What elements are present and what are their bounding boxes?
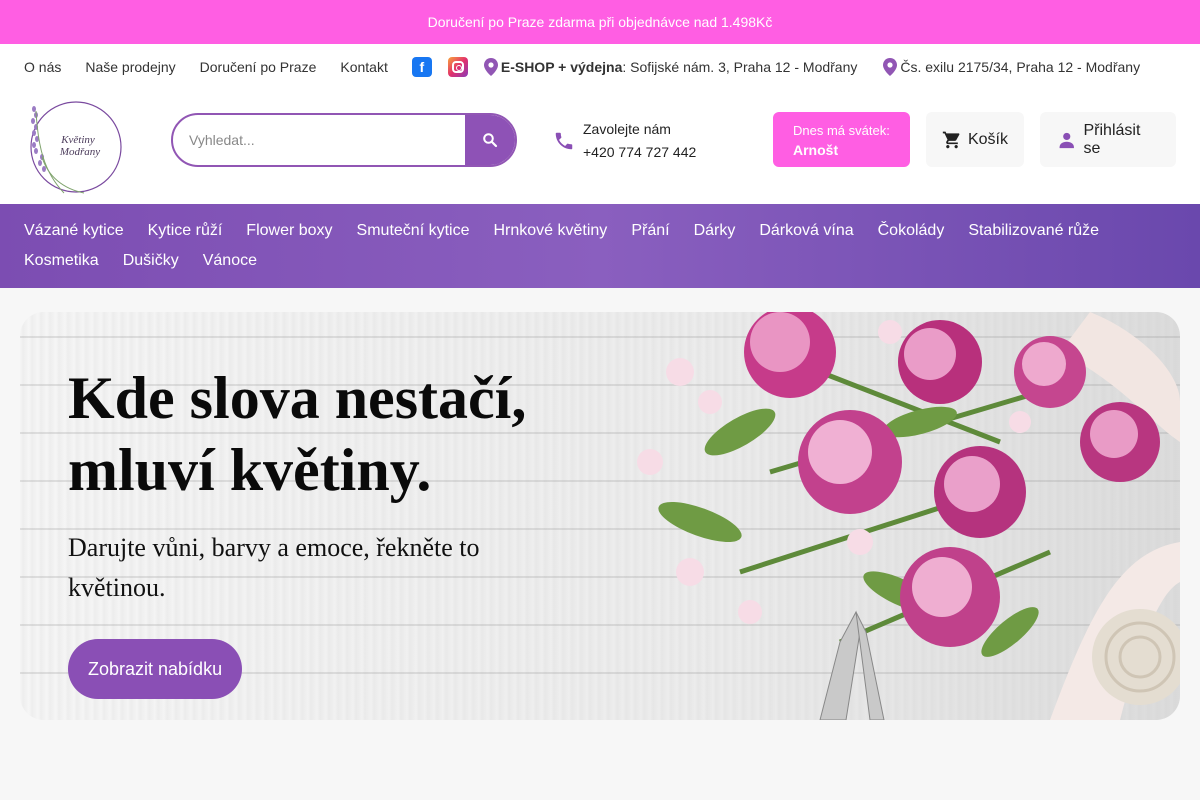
nav-item-dusicky[interactable]: Dušičky <box>123 246 179 276</box>
location-pin-icon <box>483 58 498 76</box>
address-eshop: E-SHOP + výdejna: Sofijské nám. 3, Praha… <box>483 58 858 76</box>
nav-item-darkova-vina[interactable]: Dárková vína <box>759 216 853 246</box>
name-day-name: Arnošt <box>793 142 839 158</box>
nav-item-vazane-kytice[interactable]: Vázané kytice <box>24 216 124 246</box>
hero-banner: Kde slova nestačí, mluví květiny. Darujt… <box>20 312 1180 720</box>
user-icon <box>1059 132 1074 148</box>
logo-line1: Květiny <box>60 134 95 146</box>
nav-item-smutecni-kytice[interactable]: Smuteční kytice <box>357 216 470 246</box>
main-nav: Vázané kytice Kytice růží Flower boxy Sm… <box>0 204 1200 288</box>
phone-icon <box>555 132 573 150</box>
nav-item-hrnkove-kvetiny[interactable]: Hrnkové květiny <box>493 216 607 246</box>
name-day-badge: Dnes má svátek: Arnošt <box>773 112 910 167</box>
nav-item-vanoce[interactable]: Vánoce <box>203 246 257 276</box>
address-eshop-text: : Sofijské nám. 3, Praha 12 - Modřany <box>622 59 858 75</box>
nav-item-prani[interactable]: Přání <box>631 216 669 246</box>
top-bar: O nás Naše prodejny Doručení po Praze Ko… <box>0 44 1200 90</box>
search-icon <box>483 133 498 148</box>
logo[interactable]: Květiny Modřany <box>24 97 122 197</box>
promo-text: Doručení po Praze zdarma při objednávce … <box>427 14 773 30</box>
phone-number[interactable]: +420 774 727 442 <box>583 141 696 164</box>
logo-line2: Modřany <box>59 146 100 158</box>
show-offer-button[interactable]: Zobrazit nabídku <box>68 639 243 699</box>
hero-title: Kde slova nestačí, mluví květiny. <box>68 365 527 503</box>
address-second-text: Čs. exilu 2175/34, Praha 12 - Modřany <box>900 59 1141 75</box>
hero-flowers-image <box>637 312 1180 720</box>
cart-icon <box>942 131 960 148</box>
search-button[interactable] <box>465 115 515 165</box>
search-input[interactable] <box>173 115 465 165</box>
nav-item-stabilizovane-ruze[interactable]: Stabilizované růže <box>968 216 1099 246</box>
link-o-nas[interactable]: O nás <box>24 59 61 75</box>
nav-item-cokolady[interactable]: Čokolády <box>878 216 945 246</box>
hero-subtitle: Darujte vůni, barvy a emoce, řekněte to … <box>68 533 480 602</box>
nav-item-flower-boxy[interactable]: Flower boxy <box>246 216 332 246</box>
location-pin-icon <box>883 58 898 76</box>
nav-item-darky[interactable]: Dárky <box>694 216 736 246</box>
nav-item-kosmetika[interactable]: Kosmetika <box>24 246 99 276</box>
login-label: Přihlásit se <box>1083 121 1141 157</box>
cart-button[interactable]: Košík <box>926 112 1024 167</box>
promo-banner: Doručení po Praze zdarma při objednávce … <box>0 0 1200 44</box>
link-kontakt[interactable]: Kontakt <box>340 59 387 75</box>
address-second: Čs. exilu 2175/34, Praha 12 - Modřany <box>883 58 1140 76</box>
cart-label: Košík <box>967 130 1008 148</box>
phone-label: Zavolejte nám <box>583 121 671 137</box>
link-doruceni[interactable]: Doručení po Praze <box>200 59 317 75</box>
instagram-icon[interactable] <box>447 57 468 77</box>
address-eshop-label: E-SHOP + výdejna <box>500 59 623 75</box>
facebook-icon[interactable]: f <box>411 57 432 77</box>
login-button[interactable]: Přihlásit se <box>1040 112 1176 167</box>
search-box <box>171 113 517 167</box>
header: Květiny Modřany Zavolejte nám +420 774 7… <box>0 90 1200 204</box>
phone-contact[interactable]: Zavolejte nám +420 774 727 442 <box>553 118 696 164</box>
nav-item-kytice-ruzi[interactable]: Kytice růží <box>148 216 223 246</box>
name-day-label: Dnes má svátek: <box>793 123 890 138</box>
link-nase-prodejny[interactable]: Naše prodejny <box>85 59 175 75</box>
